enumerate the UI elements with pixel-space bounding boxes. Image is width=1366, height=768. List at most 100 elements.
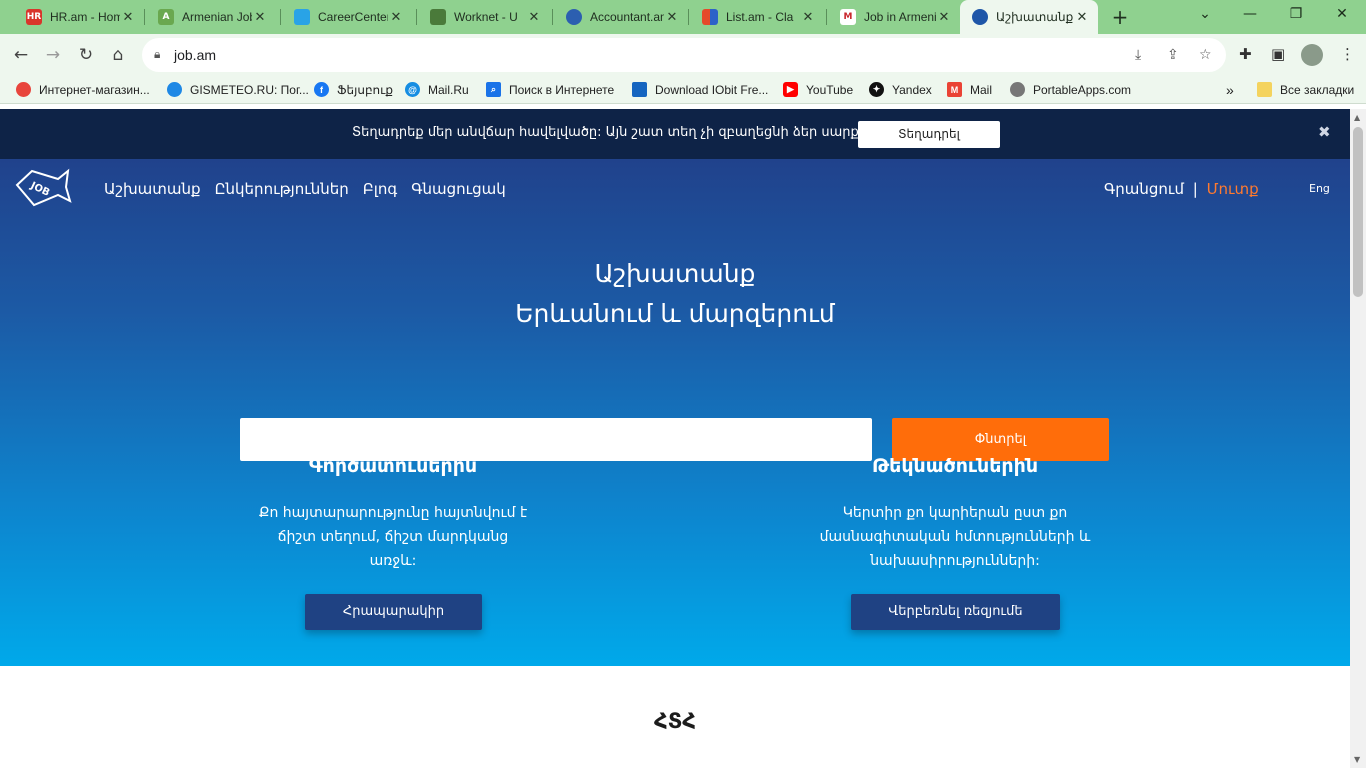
tab-job-am-active[interactable]: Աշխատանք ✕: [960, 0, 1098, 34]
tab-separator: [552, 9, 553, 25]
tab-separator: [826, 9, 827, 25]
tab-hr[interactable]: HR HR.am - Home ✕: [14, 0, 144, 34]
main-nav: Աշխատանք Ընկերություններ Բլոգ Գնացուցակ: [104, 180, 506, 198]
page-scrollbar[interactable]: ▲ ▼: [1350, 109, 1366, 768]
side-panel-icon[interactable]: ▣: [1271, 45, 1285, 63]
employers-text: առջև:: [369, 553, 417, 569]
bookmark-label: Mail: [970, 82, 993, 97]
app-install-banner: Տեղադրեք մեր անվճար հավելվածը: Այն շատ տ…: [0, 109, 1350, 159]
register-link[interactable]: Գրանցում: [1104, 180, 1184, 198]
job-am-fish-logo-icon[interactable]: JOB: [14, 167, 72, 207]
tab-title: Accountant.am: [590, 10, 664, 24]
tab-strip: HR HR.am - Home ✕ A Armenian Jobs ✕ Care…: [0, 0, 1366, 34]
upload-resume-button[interactable]: Վերբեռնել ռեզյումե: [851, 594, 1060, 630]
bookmark-label: Download IObit Fre...: [655, 82, 769, 97]
install-app-icon[interactable]: ⤓: [1135, 47, 1141, 63]
bookmark-item[interactable]: M Mail: [947, 82, 992, 97]
tab-title: List.am - Cla: [726, 10, 794, 24]
new-tab-icon[interactable]: +: [1108, 5, 1132, 29]
tab-title: HR.am - Home: [50, 10, 120, 24]
all-bookmarks-label: Все закладки: [1280, 82, 1355, 97]
tab-title: Աշխատանք: [996, 10, 1074, 24]
scroll-down-icon[interactable]: ▼: [1354, 755, 1360, 764]
bookmark-item[interactable]: ▶ YouTube: [783, 82, 853, 97]
tab-list-am[interactable]: List.am - Cla ✕: [690, 0, 824, 34]
tab-armenian-jobs[interactable]: A Armenian Jobs ✕: [146, 0, 276, 34]
language-switch[interactable]: Eng: [1309, 182, 1330, 195]
close-tab-icon[interactable]: ✕: [388, 10, 404, 25]
tab-separator: [416, 9, 417, 25]
yandex-icon: ✦: [869, 82, 884, 97]
bookmark-label: Mail.Ru: [428, 82, 469, 97]
tab-search-chevron-icon[interactable]: ⌄: [1195, 6, 1215, 22]
close-tab-icon[interactable]: ✕: [526, 10, 542, 25]
reload-icon[interactable]: ↻: [75, 44, 97, 66]
back-icon[interactable]: ←: [10, 44, 32, 66]
browser-toolbar: ← → ↻ ⌂ 🔒︎ job.am ⤓ ⇪ ☆ ✚ ▣ ⋮: [0, 34, 1366, 76]
publish-button[interactable]: Հրապարակիր: [305, 594, 482, 630]
lock-icon[interactable]: 🔒︎: [154, 47, 160, 62]
youtube-icon: ▶: [783, 82, 798, 97]
close-tab-icon[interactable]: ✕: [800, 10, 816, 25]
close-tab-icon[interactable]: ✕: [936, 10, 952, 25]
close-tab-icon[interactable]: ✕: [1074, 10, 1090, 25]
banner-message: Տեղադրեք մեր անվճար հավելվածը: Այն շատ տ…: [352, 125, 901, 140]
bookmark-item[interactable]: @ Mail.Ru: [405, 82, 469, 97]
tab-title: Job in Armenia: [864, 10, 936, 24]
close-tab-icon[interactable]: ✕: [664, 10, 680, 25]
bookmark-item[interactable]: PortableApps.com: [1010, 82, 1131, 97]
bookmark-item[interactable]: ⌕ Поиск в Интернете: [486, 82, 614, 97]
close-window-icon[interactable]: ✕: [1332, 6, 1352, 22]
bookmarks-bar: Интернет-магазин... GISMETEO.RU: Пог... …: [0, 76, 1366, 104]
url-text: job.am: [174, 47, 217, 63]
nav-blog[interactable]: Բլոգ: [363, 180, 397, 198]
bookmark-label: GISMETEO.RU: Пог...: [190, 82, 309, 97]
facebook-icon: f: [314, 82, 329, 97]
extensions-icon[interactable]: ✚: [1239, 45, 1252, 63]
nav-jobs[interactable]: Աշխատանք: [104, 180, 201, 198]
minimize-icon[interactable]: —: [1240, 6, 1260, 22]
bookmark-item[interactable]: GISMETEO.RU: Пог...: [167, 82, 309, 97]
bookmark-item[interactable]: Download IObit Fre...: [632, 82, 768, 97]
restore-icon[interactable]: ❐: [1286, 6, 1306, 22]
home-icon[interactable]: ⌂: [107, 44, 129, 66]
bookmark-label: Поиск в Интернете: [509, 82, 615, 97]
bookmark-item[interactable]: f Ֆեյսբուք: [314, 82, 393, 97]
profile-avatar[interactable]: [1301, 44, 1323, 66]
close-tab-icon[interactable]: ✕: [120, 10, 136, 25]
login-link[interactable]: Մուտք: [1207, 180, 1259, 198]
auth-links: Գրանցում | Մուտք: [1104, 180, 1259, 198]
install-button[interactable]: Տեղադրել: [858, 121, 1000, 148]
hr-favicon-icon: HR: [26, 9, 42, 25]
fish-favicon-icon: [972, 9, 988, 25]
candidates-text: մասնագիտական հմտությունների և: [819, 529, 1091, 545]
hero-title-line2: Երևանում և մարզերում: [515, 299, 835, 328]
forward-icon[interactable]: →: [42, 44, 64, 66]
portableapps-icon: [1010, 82, 1025, 97]
all-bookmarks[interactable]: Все закладки: [1257, 82, 1354, 97]
scrollbar-thumb[interactable]: [1353, 127, 1363, 297]
hero-section: JOB Աշխատանք Ընկերություններ Բլոգ Գնացու…: [0, 159, 1350, 666]
close-banner-icon[interactable]: ✖: [1318, 123, 1331, 141]
search-icon: ⌕: [486, 82, 501, 97]
nav-companies[interactable]: Ընկերություններ: [215, 180, 349, 198]
tab-separator: [144, 9, 145, 25]
employers-block: Գործատուներին Քո հայտարարությունը հայտնվ…: [193, 455, 593, 573]
menu-kebab-icon[interactable]: ⋮: [1340, 45, 1355, 63]
tab-worknet[interactable]: Worknet - U ✕: [418, 0, 550, 34]
share-icon[interactable]: ⇪: [1167, 47, 1179, 63]
bookmark-item[interactable]: ✦ Yandex: [869, 82, 932, 97]
scroll-up-icon[interactable]: ▲: [1354, 113, 1360, 122]
bookmark-item[interactable]: Интернет-магазин...: [16, 82, 150, 97]
bookmark-star-icon[interactable]: ☆: [1199, 47, 1212, 63]
svg-text:JOB: JOB: [28, 180, 52, 199]
close-tab-icon[interactable]: ✕: [252, 10, 268, 25]
tab-job-in-armenia[interactable]: M Job in Armenia ✕: [828, 0, 960, 34]
address-bar[interactable]: 🔒︎ job.am ⤓ ⇪ ☆: [142, 38, 1226, 72]
list-am-favicon-icon: [702, 9, 718, 25]
more-bookmarks-chevron-icon[interactable]: »: [1226, 82, 1234, 98]
nav-pricing[interactable]: Գնացուցակ: [411, 180, 506, 198]
tab-careercenter[interactable]: CareerCenter ✕: [282, 0, 412, 34]
tab-accountant[interactable]: Accountant.am ✕: [554, 0, 688, 34]
job-in-armenia-favicon-icon: M: [840, 9, 856, 25]
